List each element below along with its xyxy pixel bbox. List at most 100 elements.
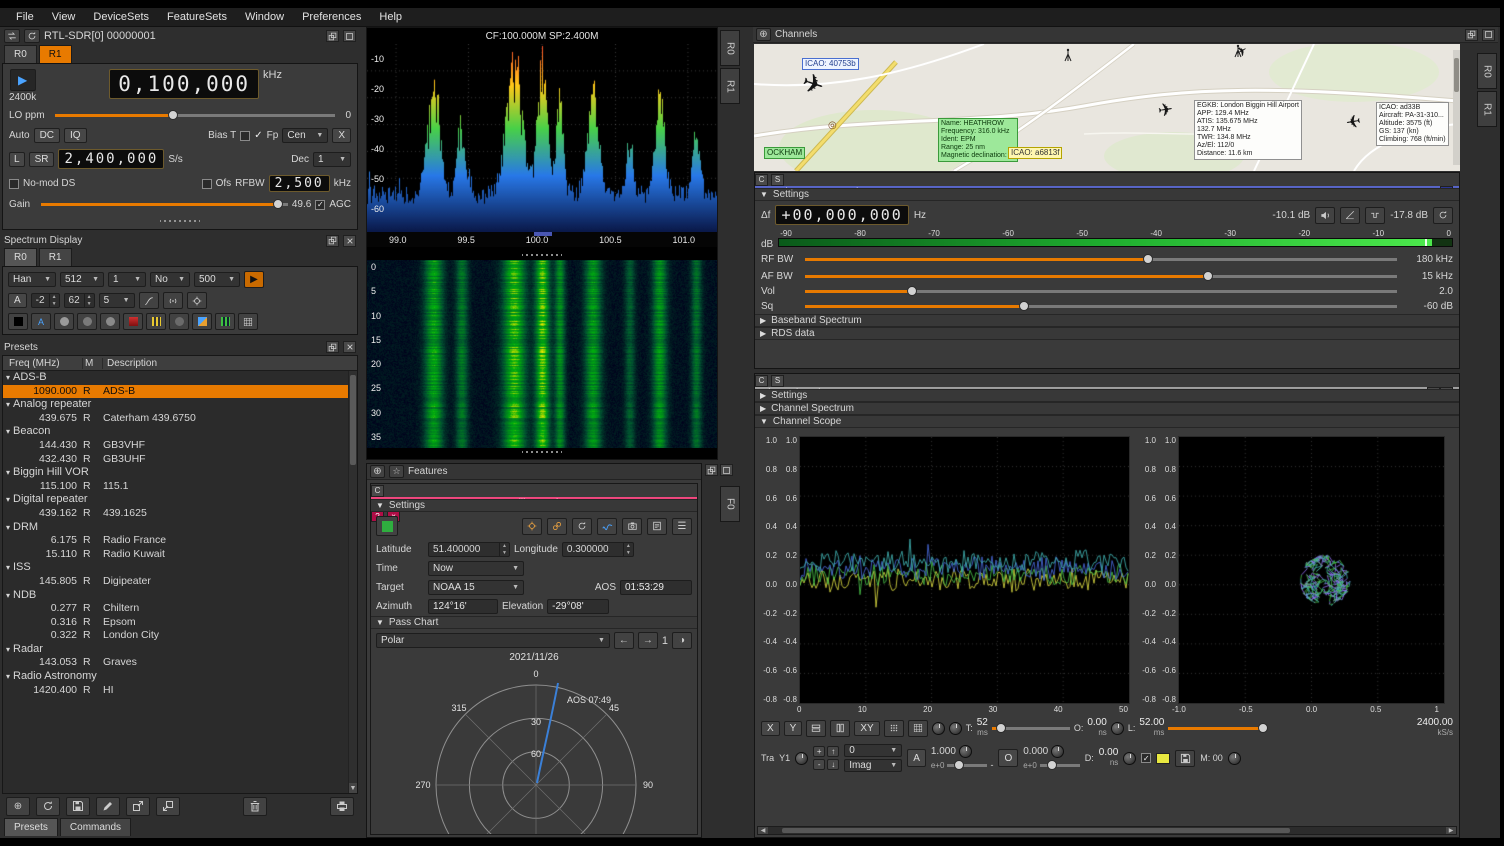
sample-rate-display[interactable]: 2,400,000 <box>58 149 164 169</box>
workspace-tab-r0[interactable]: R0 <box>720 30 740 66</box>
scrollbar-thumb[interactable] <box>1454 58 1459 92</box>
tab-r0[interactable]: R0 <box>4 248 37 266</box>
column-description[interactable]: Description <box>103 358 357 369</box>
s-button[interactable]: S <box>771 174 784 186</box>
add-channel-icon[interactable]: ⊕ <box>756 28 771 41</box>
scroll-down-icon[interactable]: ▼ <box>349 783 357 793</box>
column-mode[interactable]: M <box>83 358 103 369</box>
rfbw-display[interactable]: 2,500 <box>269 175 330 192</box>
memory-dial[interactable] <box>1228 752 1241 765</box>
slider-handle[interactable] <box>1258 723 1268 733</box>
rds-data-bar[interactable]: ▶RDS data <box>755 327 1459 340</box>
aircraft-info-box[interactable]: ICAO: ad33BAircraft: PA-31-310...Altitud… <box>1376 102 1449 146</box>
af-bw-slider[interactable] <box>805 270 1397 283</box>
preset-row[interactable]: ▾ 1090.000 R ADS-B <box>3 385 357 399</box>
fft-size-select[interactable]: 512▼ <box>60 272 104 287</box>
preset-row[interactable]: ▾ 1420.400 R HI <box>3 684 357 698</box>
range-stepper[interactable]: 62▲▼ <box>64 293 95 308</box>
preset-row[interactable]: ▾ Biggin Hill VOR <box>3 466 357 480</box>
slider-handle[interactable] <box>1019 301 1029 311</box>
xy-button[interactable]: XY <box>854 721 879 736</box>
group-expand-icon[interactable]: ▾ <box>3 493 13 507</box>
ref-level-stepper[interactable]: -2▲▼ <box>31 293 60 308</box>
background-color-button[interactable] <box>8 313 28 330</box>
reload-device-icon[interactable] <box>24 29 40 43</box>
markers-button[interactable] <box>163 292 183 309</box>
theme-toggle-button[interactable]: ◑ <box>672 632 692 649</box>
waterfall[interactable]: 05101520253035 <box>367 260 717 448</box>
preset-row[interactable]: ▾ 115.100 R 115.1 <box>3 480 357 494</box>
close-icon[interactable] <box>343 235 356 247</box>
add-trace-button[interactable]: + <box>813 746 825 757</box>
aircraft-icon[interactable]: ✈ <box>1157 99 1175 122</box>
invert-waterfall-button[interactable] <box>192 313 212 330</box>
aircraft-label-selected[interactable]: ICAO: a6813f <box>1008 147 1062 159</box>
polar-points-button[interactable] <box>884 720 904 737</box>
offset-exp-slider[interactable] <box>1040 759 1080 772</box>
slider-handle[interactable] <box>1047 760 1057 770</box>
y-only-button[interactable]: Y <box>784 721 803 736</box>
import-preset-button[interactable] <box>156 797 180 816</box>
x-button[interactable]: X <box>332 128 351 143</box>
annotations-button[interactable]: A <box>8 293 27 308</box>
group-expand-icon[interactable]: ▾ <box>3 425 13 439</box>
scope-trace-display[interactable] <box>799 436 1130 704</box>
horizontal-layout-button[interactable] <box>806 720 826 737</box>
averaging-select[interactable]: 1▼ <box>108 272 146 287</box>
workspace-tab-r0-right[interactable]: R0 <box>1477 53 1497 89</box>
grid-button[interactable] <box>238 313 258 330</box>
settings-section-bar[interactable]: ▼Settings <box>371 499 697 512</box>
adsb-map[interactable]: ✈ ✈ ✈ ✈ ◎ ICAO: 40753b Name: HEATHROWFre… <box>754 44 1460 171</box>
bias-t-checkbox[interactable] <box>240 131 250 141</box>
trace-view-checkbox[interactable]: ✓ <box>1141 753 1151 763</box>
averaging-mode-select[interactable]: No▼ <box>150 272 190 287</box>
longitude-input[interactable]: 0.300000▲▼ <box>562 542 634 557</box>
filter-slope-button[interactable] <box>1340 207 1360 224</box>
gain-slider[interactable] <box>41 198 288 211</box>
close-icon[interactable] <box>343 341 356 353</box>
slider-handle[interactable] <box>996 723 1006 733</box>
feature-presets-icon[interactable]: ☆ <box>389 465 404 478</box>
slider-handle[interactable] <box>273 199 283 209</box>
find-target-button[interactable] <box>522 518 542 535</box>
spectrum-play-button[interactable]: ▶ <box>244 271 264 288</box>
histogram-button[interactable]: A <box>31 313 51 330</box>
group-expand-icon[interactable]: ▾ <box>3 643 13 657</box>
amplitude-exp-slider[interactable] <box>947 759 987 772</box>
polar-grid-button[interactable] <box>908 720 928 737</box>
slider-handle[interactable] <box>1143 254 1153 264</box>
add-feature-icon[interactable]: ⊕ <box>370 465 385 478</box>
screenshot-button[interactable] <box>622 518 642 535</box>
preset-row[interactable]: ▾ 143.053 R Graves <box>3 656 357 670</box>
preset-row[interactable]: ▾ DRM <box>3 521 357 535</box>
max-hold-button[interactable] <box>77 313 97 330</box>
pass-chart-section-bar[interactable]: ▼Pass Chart <box>371 616 697 629</box>
menu-item[interactable]: Help <box>371 9 410 25</box>
workspace-tab-f0[interactable]: F0 <box>720 486 740 522</box>
ndb-info-box[interactable]: Name: HEATHROWFrequency: 316.0 kHzIdent:… <box>938 118 1018 162</box>
scrollbar-thumb[interactable] <box>782 828 1291 833</box>
ofs-checkbox[interactable] <box>202 179 212 189</box>
vor-label[interactable]: OCKHAM <box>764 147 805 159</box>
slider-handle[interactable] <box>1203 271 1213 281</box>
group-expand-icon[interactable]: ▾ <box>3 561 13 575</box>
chart-type-select[interactable]: Polar▼ <box>376 633 610 648</box>
s-button[interactable]: S <box>771 375 784 387</box>
workspace-tab-r1[interactable]: R1 <box>720 68 740 104</box>
preset-row[interactable]: ▾ ISS <box>3 561 357 575</box>
group-expand-icon[interactable]: ▾ <box>3 466 13 480</box>
change-device-icon[interactable] <box>4 29 20 43</box>
preset-row[interactable]: ▾ 15.110 R Radio Kuwait <box>3 548 357 562</box>
resize-grip[interactable] <box>522 448 562 455</box>
dc-button[interactable]: DC <box>34 128 60 143</box>
slider-handle[interactable] <box>907 286 917 296</box>
zoom-reset-button[interactable] <box>187 292 207 309</box>
lo-ppm-slider[interactable] <box>55 109 335 122</box>
audio-feedback-button[interactable] <box>1433 207 1453 224</box>
center-frequency-display[interactable]: 0,100,000 <box>109 69 259 99</box>
menu-item[interactable]: View <box>44 9 84 25</box>
tab-r1[interactable]: R1 <box>39 45 72 63</box>
current-trace-button[interactable] <box>100 313 120 330</box>
preset-row[interactable]: ▾ 0.322 R London City <box>3 629 357 643</box>
gradient-button[interactable] <box>54 313 74 330</box>
